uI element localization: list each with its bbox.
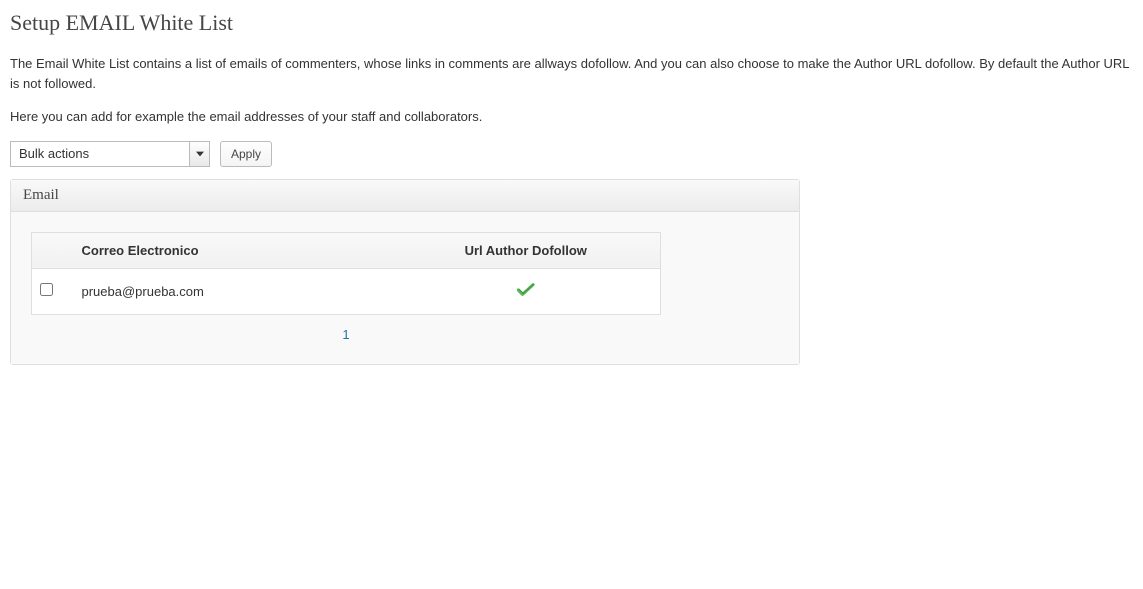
description-text-2: Here you can add for example the email a… bbox=[10, 107, 1133, 127]
table-header-email: Correo Electronico bbox=[62, 232, 392, 268]
apply-button[interactable]: Apply bbox=[220, 141, 272, 167]
pagination: 1 bbox=[31, 315, 661, 344]
cell-checkbox bbox=[32, 268, 62, 314]
email-table: Correo Electronico Url Author Dofollow p… bbox=[31, 232, 661, 315]
table-row: prueba@prueba.com bbox=[32, 268, 661, 314]
panel-body: Correo Electronico Url Author Dofollow p… bbox=[11, 212, 799, 364]
dropdown-arrow-icon[interactable] bbox=[189, 142, 209, 166]
row-checkbox[interactable] bbox=[40, 283, 53, 296]
email-panel: Email Correo Electronico Url Author Dofo… bbox=[10, 179, 800, 365]
check-icon bbox=[517, 285, 535, 300]
actions-bar: Bulk actions Apply bbox=[10, 141, 1133, 167]
pagination-page-1[interactable]: 1 bbox=[342, 327, 349, 342]
page-title: Setup EMAIL White List bbox=[10, 10, 1133, 36]
table-header-dofollow: Url Author Dofollow bbox=[392, 232, 661, 268]
table-header-checkbox bbox=[32, 232, 62, 268]
description-text-1: The Email White List contains a list of … bbox=[10, 54, 1133, 93]
cell-email: prueba@prueba.com bbox=[62, 268, 392, 314]
bulk-actions-label: Bulk actions bbox=[11, 146, 189, 161]
cell-dofollow bbox=[392, 268, 661, 314]
bulk-actions-select[interactable]: Bulk actions bbox=[10, 141, 210, 167]
panel-title: Email bbox=[11, 180, 799, 212]
